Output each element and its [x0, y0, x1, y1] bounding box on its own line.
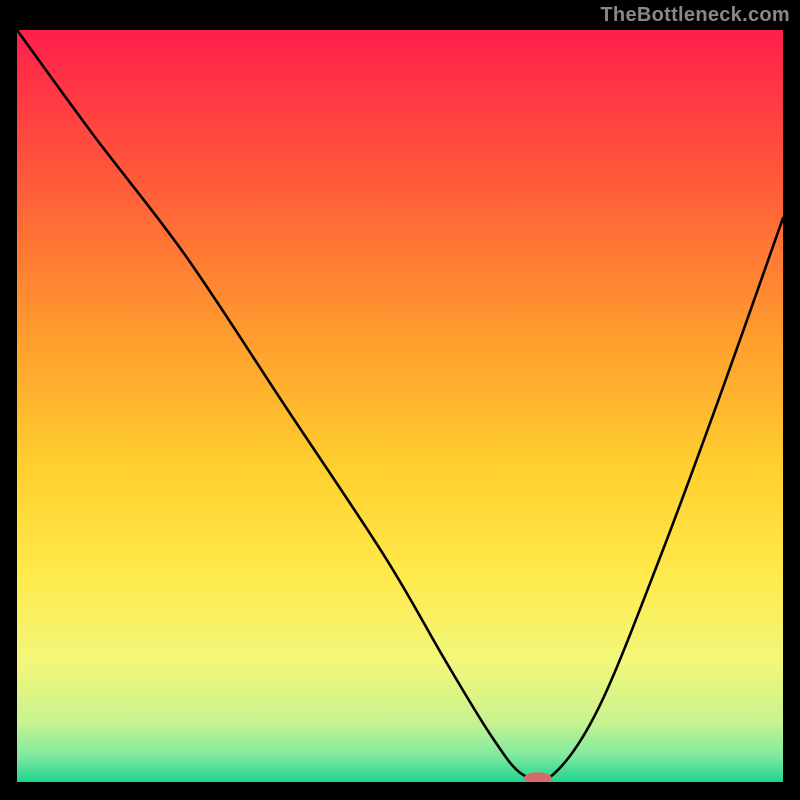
plot-area	[17, 30, 783, 782]
gradient-background	[17, 30, 783, 782]
chart-frame: TheBottleneck.com	[0, 0, 800, 800]
bottleneck-chart	[17, 30, 783, 782]
watermark-text: TheBottleneck.com	[600, 4, 790, 27]
